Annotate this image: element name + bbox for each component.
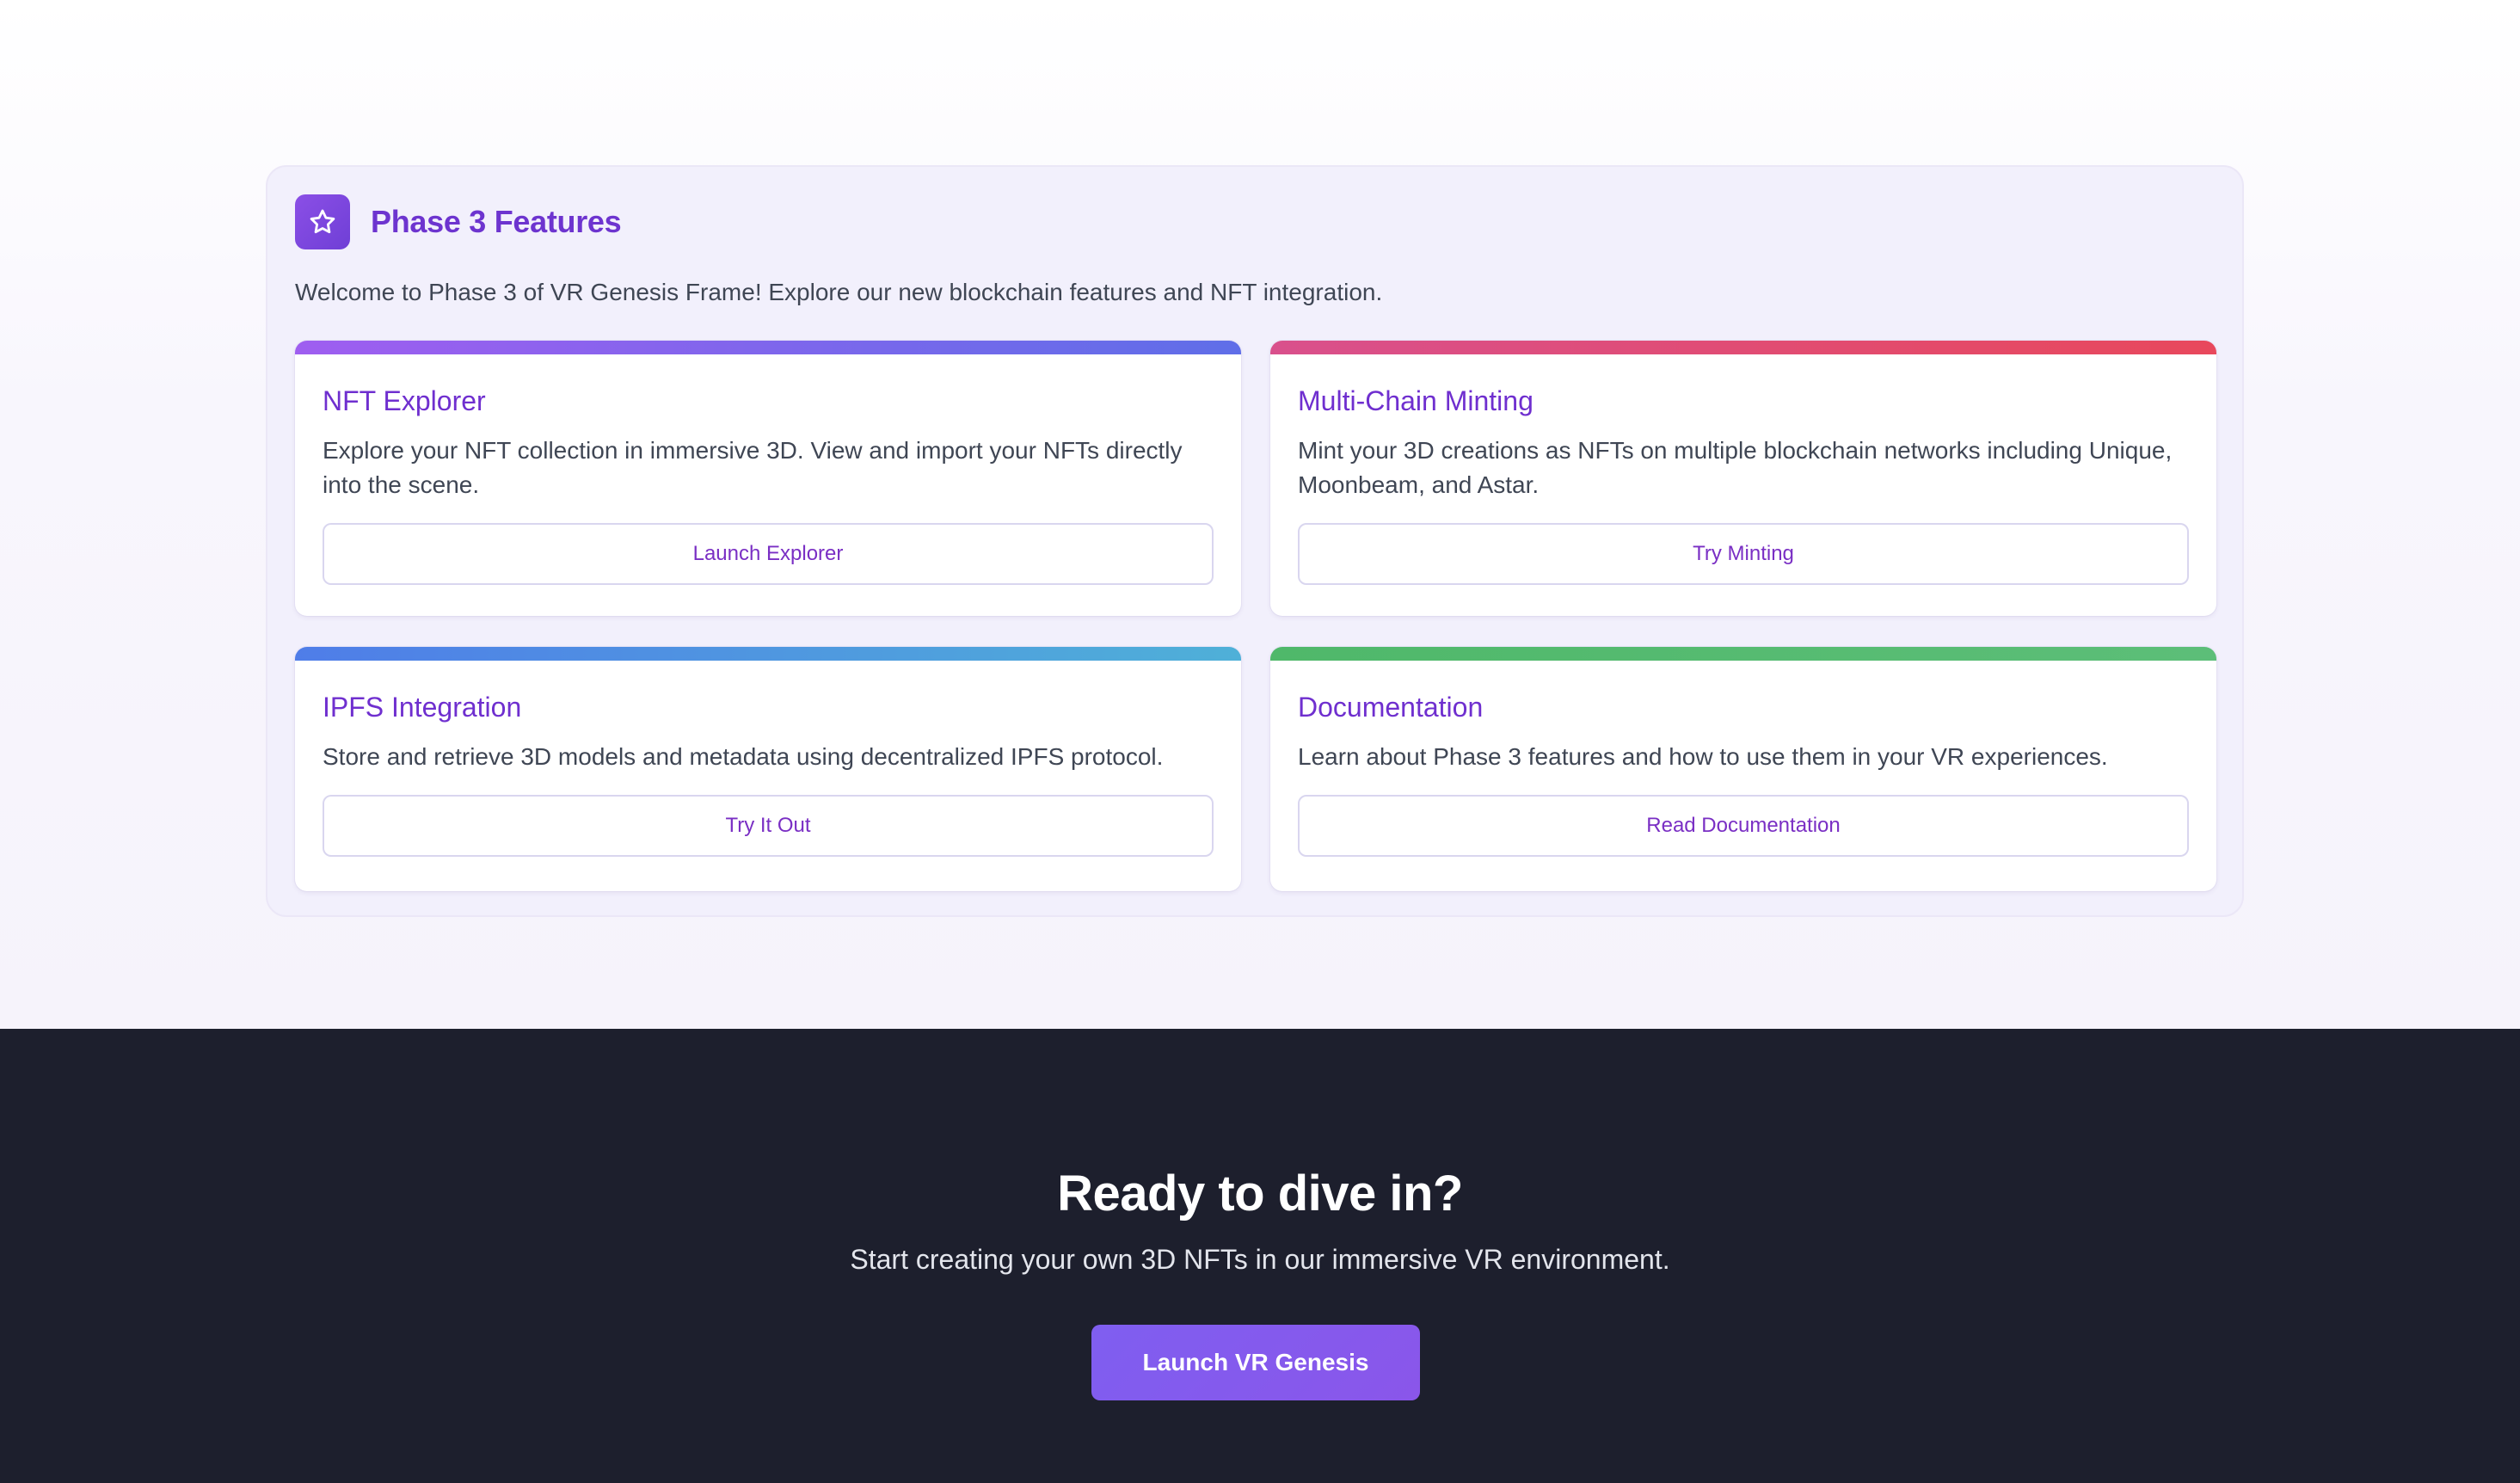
launch-vr-genesis-button[interactable]: Launch VR Genesis [1091, 1325, 1420, 1400]
launch-explorer-button[interactable]: Launch Explorer [323, 523, 1214, 585]
card-nft-explorer: NFT Explorer Explore your NFT collection… [295, 341, 1241, 616]
phase3-features-panel: Phase 3 Features Welcome to Phase 3 of V… [266, 165, 2244, 917]
card-multi-chain-minting: Multi-Chain Minting Mint your 3D creatio… [1270, 341, 2216, 616]
panel-intro: Welcome to Phase 3 of VR Genesis Frame! … [295, 279, 1383, 305]
card-title: Multi-Chain Minting [1298, 385, 1534, 416]
star-icon [295, 194, 350, 249]
card-documentation: Documentation Learn about Phase 3 featur… [1270, 647, 2216, 891]
card-description: Mint your 3D creations as NFTs on multip… [1298, 437, 2173, 498]
features-section: Phase 3 Features Welcome to Phase 3 of V… [0, 0, 2520, 1029]
panel-title: Phase 3 Features [371, 204, 622, 239]
card-description: Learn about Phase 3 features and how to … [1298, 743, 2108, 770]
try-minting-button[interactable]: Try Minting [1298, 523, 2189, 585]
card-title: IPFS Integration [323, 692, 522, 723]
card-accent-bar [1270, 341, 2216, 354]
card-description: Store and retrieve 3D models and metadat… [323, 743, 1164, 770]
panel-header: Phase 3 Features [295, 194, 622, 249]
card-title: Documentation [1298, 692, 1484, 723]
cta-title: Ready to dive in? [1057, 1166, 1463, 1221]
card-accent-bar [295, 647, 1241, 661]
card-title: NFT Explorer [323, 385, 486, 416]
try-it-out-button[interactable]: Try It Out [323, 795, 1214, 857]
cta-section: Ready to dive in? Start creating your ow… [0, 1029, 2520, 1483]
card-ipfs-integration: IPFS Integration Store and retrieve 3D m… [295, 647, 1241, 891]
card-description: Explore your NFT collection in immersive… [323, 437, 1183, 498]
cta-subtitle: Start creating your own 3D NFTs in our i… [850, 1244, 1670, 1275]
card-accent-bar [295, 341, 1241, 354]
card-accent-bar [1270, 647, 2216, 661]
read-documentation-button[interactable]: Read Documentation [1298, 795, 2189, 857]
